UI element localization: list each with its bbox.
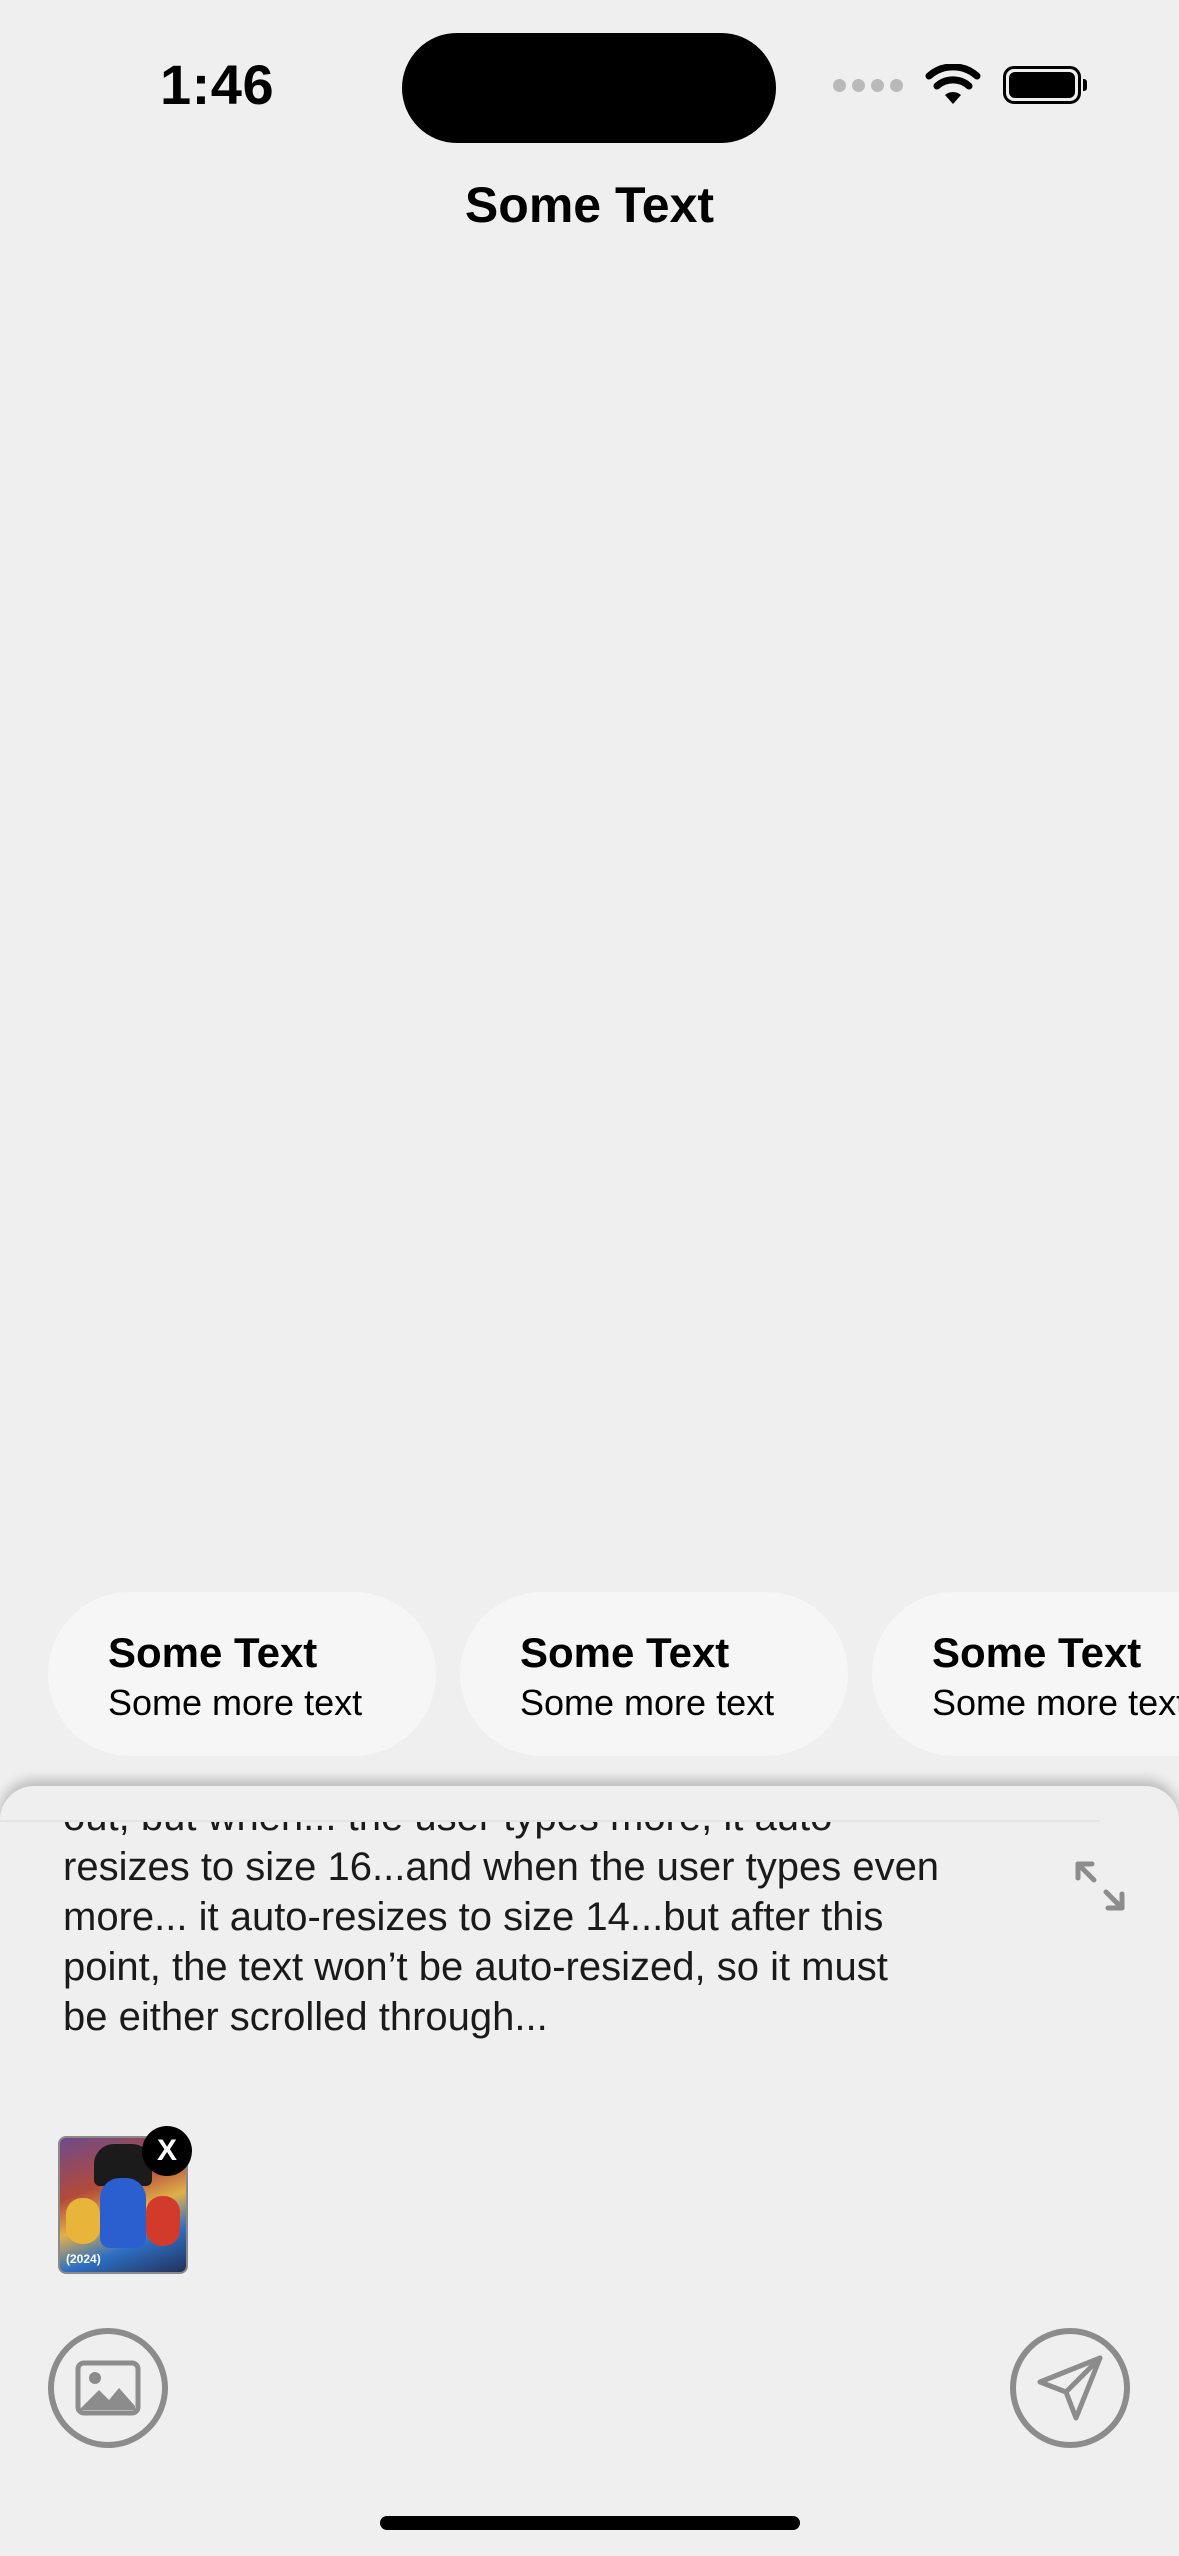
send-button[interactable]	[1010, 2328, 1130, 2448]
status-icons	[833, 64, 1087, 106]
wifi-icon	[925, 64, 981, 104]
chip-title: Some Text	[520, 1629, 730, 1676]
message-line: out, but when... the user types more, it…	[63, 1822, 1023, 1842]
message-line: more... it auto-resizes to size 14...but…	[63, 1895, 884, 1939]
chip-subtitle: Some more text	[520, 1682, 775, 1723]
suggestion-chips: Some Text Some more text Some Text Some …	[0, 1592, 1179, 1756]
suggestion-chip[interactable]: Some Text Some more text	[460, 1592, 848, 1756]
expand-arrows-icon[interactable]	[1068, 1854, 1132, 1918]
paper-plane-icon	[1037, 2355, 1103, 2421]
home-indicator	[380, 2516, 800, 2530]
cellular-signal-icon	[833, 78, 903, 92]
composer-sheet: out, but when... the user types more, it…	[0, 1786, 1179, 2556]
photo-button[interactable]	[48, 2328, 168, 2448]
page-title: Some Text	[464, 177, 715, 233]
battery-icon	[1003, 66, 1087, 104]
remove-attachment-button[interactable]: X	[142, 2126, 192, 2176]
chip-title: Some Text	[932, 1629, 1142, 1676]
thumbnail-caption: (2024)	[66, 2252, 101, 2266]
suggestion-chip[interactable]: Some Text Some more text	[872, 1592, 1179, 1756]
message-line: point, the text won’t be auto-resized, s…	[63, 1945, 888, 1989]
attachment-preview[interactable]: (2024) X	[58, 2126, 192, 2274]
screen: 1:46 Some Text Some Text Some more text …	[0, 0, 1179, 2556]
chip-subtitle: Some more text	[932, 1682, 1179, 1723]
suggestion-chip[interactable]: Some Text Some more text	[48, 1592, 436, 1756]
dynamic-island	[402, 33, 776, 143]
chip-title: Some Text	[108, 1629, 318, 1676]
message-line: resizes to size 16...and when the user t…	[63, 1845, 940, 1889]
message-input[interactable]: out, but when... the user types more, it…	[63, 1822, 1023, 2092]
status-time: 1:46	[160, 53, 275, 116]
photo-icon	[75, 2360, 141, 2416]
chip-subtitle: Some more text	[108, 1682, 363, 1723]
message-line: be either scrolled through...	[63, 1995, 548, 2039]
